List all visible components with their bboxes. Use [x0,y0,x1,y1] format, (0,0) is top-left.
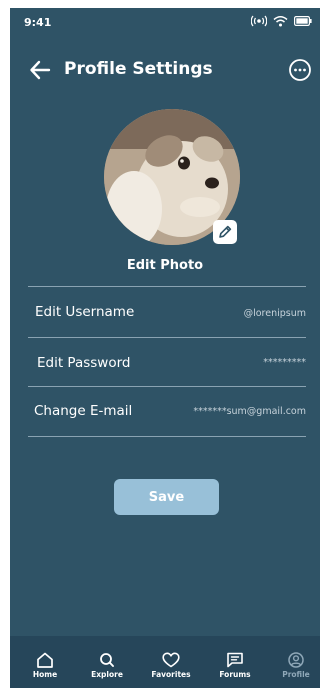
nav-item-profile[interactable]: Profile [268,652,320,686]
page-title: Profile Settings [64,59,213,79]
bottom-nav: Home Explore Favorites Forums Profile [10,636,320,688]
profile-icon [268,652,320,668]
status-bar: 9:41 [10,8,320,38]
nav-label-home: Home [32,670,58,679]
pencil-icon[interactable] [213,220,237,244]
divider [28,286,306,287]
home-icon [17,652,73,668]
status-icons [251,15,312,27]
divider [28,386,306,387]
nav-item-favorites[interactable]: Favorites [143,652,199,686]
back-arrow-icon[interactable] [28,58,52,82]
nav-label-forums: Forums [219,670,251,679]
change-email-label[interactable]: Change E-mail [34,403,132,419]
nav-label-profile: Profile [282,670,310,679]
hotspot-icon [251,15,267,27]
battery-icon [294,16,312,26]
forum-icon [207,652,263,668]
search-icon [79,652,135,668]
header: Profile Settings [10,56,320,86]
more-options-icon[interactable] [288,58,312,82]
password-value: ********* [263,357,306,368]
username-value: @lorenipsum [243,308,306,319]
nav-label-favorites: Favorites [151,670,191,679]
wifi-icon [273,15,288,27]
save-button[interactable]: Save [114,479,219,515]
divider [28,337,306,338]
edit-photo-link[interactable]: Edit Photo [10,258,320,273]
status-time: 9:41 [24,16,52,29]
nav-label-explore: Explore [91,670,123,679]
screen: 9:41 Profile Settings Edit Photo Edit Us… [10,8,320,688]
nav-item-explore[interactable]: Explore [79,652,135,686]
nav-item-forums[interactable]: Forums [207,652,263,686]
divider [28,436,306,437]
nav-item-home[interactable]: Home [17,652,73,686]
edit-username-label[interactable]: Edit Username [35,304,134,320]
edit-password-label[interactable]: Edit Password [37,355,131,371]
email-value: *******sum@gmail.com [193,406,306,417]
heart-icon [143,652,199,668]
